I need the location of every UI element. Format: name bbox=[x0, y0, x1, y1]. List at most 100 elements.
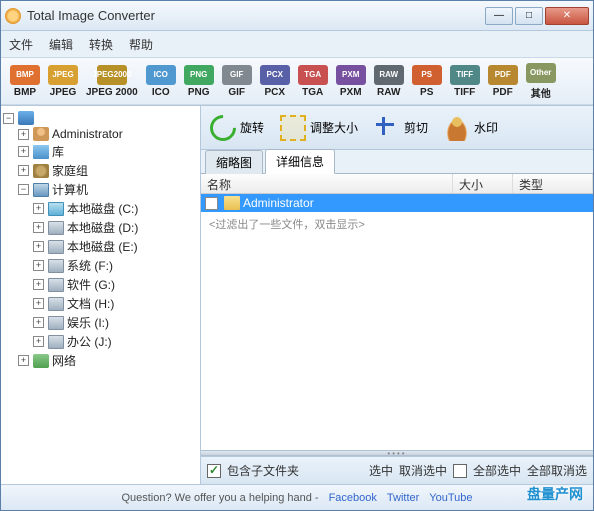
expand-icon[interactable]: + bbox=[33, 279, 44, 290]
close-button[interactable]: ✕ bbox=[545, 7, 589, 25]
drive-icon bbox=[48, 316, 64, 330]
tab-thumbnail[interactable]: 缩略图 bbox=[205, 150, 263, 174]
expand-icon[interactable]: + bbox=[18, 146, 29, 157]
format-ico[interactable]: ICOICO bbox=[143, 63, 179, 100]
tree-network[interactable]: + 网络 bbox=[3, 351, 198, 370]
main-area: − + Administrator + 库 + 家庭组 bbox=[1, 105, 593, 484]
tree-library[interactable]: + 库 bbox=[3, 142, 198, 161]
homegroup-icon bbox=[33, 164, 49, 178]
deselect-all-button[interactable]: 全部取消选 bbox=[527, 462, 587, 479]
select-all-button[interactable]: 全部选中 bbox=[473, 462, 521, 479]
minimize-button[interactable]: — bbox=[485, 7, 513, 25]
format-gif[interactable]: GIFGIF bbox=[219, 63, 255, 100]
tree-drive[interactable]: +娱乐 (I:) bbox=[3, 313, 198, 332]
expand-icon[interactable]: + bbox=[33, 203, 44, 214]
format-raw[interactable]: RAWRAW bbox=[371, 63, 407, 100]
format-badge-icon: JPEG2000 bbox=[97, 65, 127, 85]
tree-drive[interactable]: +本地磁盘 (C:) bbox=[3, 199, 198, 218]
tree-drive[interactable]: +办公 (J:) bbox=[3, 332, 198, 351]
tab-details[interactable]: 详细信息 bbox=[265, 149, 335, 174]
rotate-button[interactable]: 旋转 bbox=[207, 112, 267, 144]
format-其他[interactable]: Other其他 bbox=[523, 61, 559, 102]
drive-icon bbox=[48, 240, 64, 254]
tree-computer[interactable]: − 计算机 bbox=[3, 180, 198, 199]
expand-icon[interactable]: + bbox=[18, 355, 29, 366]
facebook-link[interactable]: Facebook bbox=[329, 492, 377, 504]
format-pcx[interactable]: PCXPCX bbox=[257, 63, 293, 100]
drive-icon bbox=[48, 297, 64, 311]
expand-icon[interactable]: + bbox=[33, 241, 44, 252]
tree-drive[interactable]: +本地磁盘 (E:) bbox=[3, 237, 198, 256]
library-icon bbox=[33, 145, 49, 159]
format-badge-icon: JPEG bbox=[48, 65, 78, 85]
tree-drive[interactable]: +本地磁盘 (D:) bbox=[3, 218, 198, 237]
menu-help[interactable]: 帮助 bbox=[129, 36, 153, 53]
titlebar[interactable]: Total Image Converter — □ ✕ bbox=[1, 1, 593, 31]
expand-icon[interactable]: + bbox=[33, 336, 44, 347]
tree-desktop[interactable]: − bbox=[3, 110, 198, 126]
format-png[interactable]: PNGPNG bbox=[181, 63, 217, 100]
format-badge-icon: PXM bbox=[336, 65, 366, 85]
user-icon bbox=[33, 127, 49, 141]
crop-icon bbox=[374, 115, 400, 141]
format-badge-icon: PNG bbox=[184, 65, 214, 85]
row-checkbox[interactable] bbox=[205, 197, 218, 210]
column-name[interactable]: 名称 bbox=[201, 174, 453, 193]
collapse-icon[interactable]: − bbox=[18, 184, 29, 195]
tree-homegroup[interactable]: + 家庭组 bbox=[3, 161, 198, 180]
format-bmp[interactable]: BMPBMP bbox=[7, 63, 43, 100]
format-badge-icon: TIFF bbox=[450, 65, 480, 85]
format-jpeg2000[interactable]: JPEG2000JPEG 2000 bbox=[83, 63, 141, 100]
menu-convert[interactable]: 转换 bbox=[89, 36, 113, 53]
format-pxm[interactable]: PXMPXM bbox=[333, 63, 369, 100]
footer: Question? We offer you a helping hand - … bbox=[1, 484, 593, 510]
watermark-button[interactable]: 水印 bbox=[441, 112, 501, 144]
list-row[interactable]: Administrator bbox=[201, 194, 593, 212]
youtube-link[interactable]: YouTube bbox=[429, 492, 472, 504]
app-window: Total Image Converter — □ ✕ 文件 编辑 转换 帮助 … bbox=[0, 0, 594, 511]
expand-icon[interactable]: + bbox=[33, 317, 44, 328]
computer-icon bbox=[33, 183, 49, 197]
row-name: Administrator bbox=[243, 196, 314, 210]
window-title: Total Image Converter bbox=[27, 8, 485, 23]
tree-drive[interactable]: +系统 (F:) bbox=[3, 256, 198, 275]
format-ps[interactable]: PSPS bbox=[409, 63, 445, 100]
select-all-checkbox[interactable] bbox=[453, 464, 467, 478]
menu-edit[interactable]: 编辑 bbox=[49, 36, 73, 53]
filter-note[interactable]: <过滤出了一些文件，双击显示> bbox=[201, 212, 593, 236]
deselect-button[interactable]: 取消选中 bbox=[399, 462, 447, 479]
column-type[interactable]: 类型 bbox=[513, 174, 593, 193]
format-badge-icon: GIF bbox=[222, 65, 252, 85]
twitter-link[interactable]: Twitter bbox=[387, 492, 419, 504]
format-tiff[interactable]: TIFFTIFF bbox=[447, 63, 483, 100]
menu-file[interactable]: 文件 bbox=[9, 36, 33, 53]
expand-icon[interactable]: + bbox=[33, 260, 44, 271]
collapse-icon[interactable]: − bbox=[3, 113, 14, 124]
tree-drive[interactable]: +文档 (H:) bbox=[3, 294, 198, 313]
tree-drive[interactable]: +软件 (G:) bbox=[3, 275, 198, 294]
include-subfolders-checkbox[interactable] bbox=[207, 464, 221, 478]
app-icon bbox=[5, 8, 21, 24]
content-panel: 旋转 调整大小 剪切 水印 缩略图 详细信息 bbox=[201, 106, 593, 484]
format-badge-icon: Other bbox=[526, 63, 556, 83]
format-badge-icon: ICO bbox=[146, 65, 176, 85]
file-list[interactable]: Administrator <过滤出了一些文件，双击显示> bbox=[201, 194, 593, 450]
drive-icon bbox=[48, 278, 64, 292]
tree-administrator[interactable]: + Administrator bbox=[3, 126, 198, 142]
network-icon bbox=[33, 354, 49, 368]
resize-button[interactable]: 调整大小 bbox=[277, 112, 361, 144]
column-size[interactable]: 大小 bbox=[453, 174, 513, 193]
expand-icon[interactable]: + bbox=[18, 129, 29, 140]
select-button[interactable]: 选中 bbox=[369, 462, 393, 479]
format-badge-icon: PCX bbox=[260, 65, 290, 85]
expand-icon[interactable]: + bbox=[33, 222, 44, 233]
list-header[interactable]: 名称 大小 类型 bbox=[201, 174, 593, 194]
format-tga[interactable]: TGATGA bbox=[295, 63, 331, 100]
format-pdf[interactable]: PDFPDF bbox=[485, 63, 521, 100]
folder-tree[interactable]: − + Administrator + 库 + 家庭组 bbox=[1, 106, 201, 484]
expand-icon[interactable]: + bbox=[18, 165, 29, 176]
expand-icon[interactable]: + bbox=[33, 298, 44, 309]
format-jpeg[interactable]: JPEGJPEG bbox=[45, 63, 81, 100]
maximize-button[interactable]: □ bbox=[515, 7, 543, 25]
crop-button[interactable]: 剪切 bbox=[371, 112, 431, 144]
